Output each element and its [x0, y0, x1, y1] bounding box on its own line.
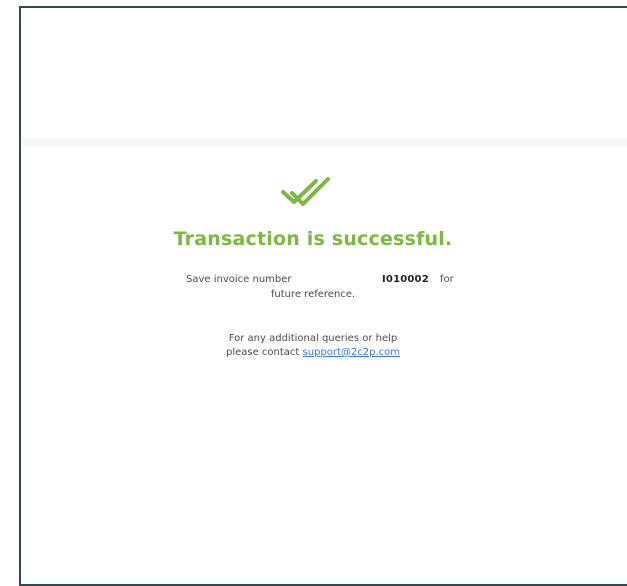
- double-check-icon: [281, 177, 330, 206]
- invoice-prefix-text: Save invoice number: [186, 274, 292, 285]
- success-title: Transaction is successful.: [173, 228, 453, 250]
- contact-help-text: For any additional queries or help: [228, 333, 398, 344]
- invoice-number: I010002: [382, 274, 429, 285]
- support-email-link[interactable]: support@2c2p.com: [303, 347, 401, 358]
- result-content: [21, 146, 627, 584]
- invoice-suffix-text: for: [440, 274, 454, 285]
- section-divider: [21, 138, 627, 146]
- future-reference-text: future reference.: [270, 289, 356, 300]
- contact-prefix-text: please contact: [225, 347, 300, 358]
- header-area: [21, 8, 627, 138]
- contact-line: please contact support@2c2p.com: [0, 347, 626, 358]
